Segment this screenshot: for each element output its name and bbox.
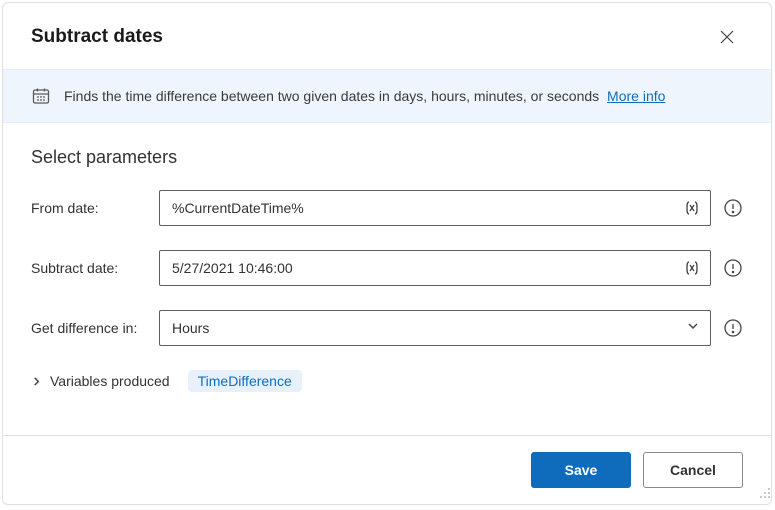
get-difference-row: Get difference in: Hours <box>31 310 743 346</box>
close-icon <box>720 30 734 44</box>
subtract-date-label: Subtract date: <box>31 260 159 276</box>
help-icon[interactable] <box>723 198 743 218</box>
dialog-footer: Save Cancel <box>3 435 771 504</box>
from-date-row: From date: <box>31 190 743 226</box>
subtract-dates-dialog: Subtract dates Finds the time difference… <box>2 2 772 505</box>
dialog-title: Subtract dates <box>31 26 163 48</box>
save-button[interactable]: Save <box>531 452 631 488</box>
help-icon[interactable] <box>723 258 743 278</box>
get-difference-select[interactable]: Hours <box>159 310 711 346</box>
variables-produced-row: Variables produced TimeDifference <box>31 370 743 392</box>
from-date-input[interactable] <box>159 190 711 226</box>
info-description: Finds the time difference between two gi… <box>64 88 665 104</box>
info-bar: Finds the time difference between two gi… <box>3 69 771 123</box>
variable-picker-icon[interactable] <box>683 199 701 217</box>
variable-chip-timedifference[interactable]: TimeDifference <box>188 370 302 392</box>
variables-toggle[interactable] <box>31 376 42 387</box>
help-icon[interactable] <box>723 318 743 338</box>
cancel-button[interactable]: Cancel <box>643 452 743 488</box>
section-title: Select parameters <box>31 147 743 168</box>
variable-picker-icon[interactable] <box>683 259 701 277</box>
close-button[interactable] <box>711 21 743 53</box>
from-date-label: From date: <box>31 200 159 216</box>
subtract-date-row: Subtract date: <box>31 250 743 286</box>
dialog-body: Select parameters From date: Subtract da… <box>3 123 771 435</box>
dialog-header: Subtract dates <box>3 3 771 69</box>
variables-produced-label[interactable]: Variables produced <box>50 373 170 389</box>
more-info-link[interactable]: More info <box>607 88 665 104</box>
subtract-date-input[interactable] <box>159 250 711 286</box>
calendar-icon <box>31 86 51 106</box>
get-difference-label: Get difference in: <box>31 320 159 336</box>
